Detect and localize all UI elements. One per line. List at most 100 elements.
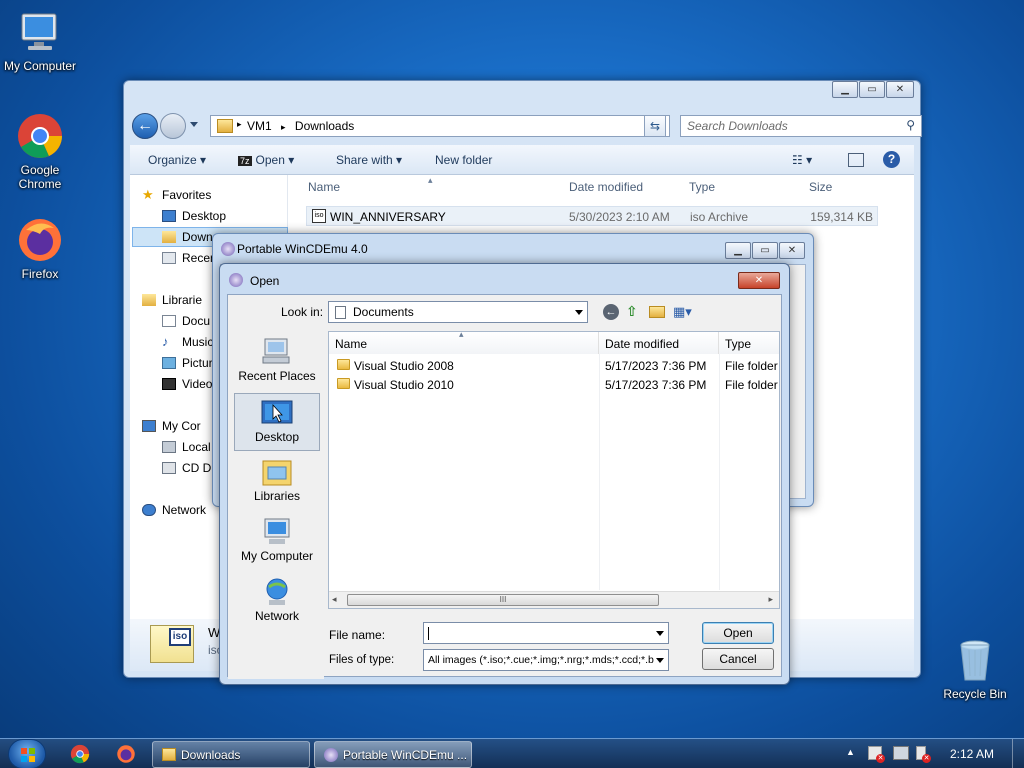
column-header-type[interactable]: Type	[719, 332, 779, 354]
search-placeholder: Search Downloads	[687, 119, 788, 133]
wincdemu-app-icon	[221, 242, 235, 256]
cancel-button[interactable]: Cancel	[702, 648, 774, 670]
forward-arrow-icon[interactable]	[160, 113, 186, 139]
firefox-icon	[16, 216, 64, 264]
list-item[interactable]: Visual Studio 2010 5/17/2023 7:36 PM Fil…	[329, 375, 779, 394]
file-type: iso Archive	[690, 210, 749, 224]
horizontal-scrollbar[interactable]: ◂ III ▸	[329, 591, 779, 608]
column-header-date-modified[interactable]: Date modified	[569, 180, 643, 194]
nav-favorites[interactable]: ★ Favorites	[142, 187, 211, 202]
view-options-icon[interactable]: ☷ ▾	[792, 153, 812, 167]
wincdemu-app-icon	[324, 748, 338, 762]
scroll-left-icon[interactable]: ◂	[332, 594, 337, 605]
breadcrumb-separator-icon: ▸	[237, 119, 242, 129]
files-of-type-dropdown[interactable]: All images (*.iso;*.cue;*.img;*.nrg;*.md…	[423, 649, 669, 671]
maximize-button[interactable]: ▭	[752, 242, 778, 259]
place-network[interactable]: Network	[234, 573, 320, 631]
close-button[interactable]: ✕	[779, 242, 805, 259]
view-menu-icon[interactable]: ▦▾	[673, 304, 692, 320]
libraries-icon	[261, 457, 293, 487]
column-header-name[interactable]: Name	[308, 180, 340, 194]
column-header-size[interactable]: Size	[809, 180, 832, 194]
start-button[interactable]	[8, 739, 46, 768]
nav-videos[interactable]: Video	[162, 377, 212, 391]
nav-downloads[interactable]: Down	[162, 230, 213, 244]
show-hidden-icons-icon[interactable]: ▲	[846, 747, 855, 757]
column-header-date-modified[interactable]: Date modified	[599, 332, 719, 354]
nav-my-computer[interactable]: My Cor	[142, 419, 201, 433]
downloads-folder-icon	[162, 231, 176, 243]
iso-file-icon: iso	[312, 209, 326, 223]
recent-places-icon	[162, 252, 176, 264]
show-desktop-button[interactable]	[1012, 739, 1024, 768]
sort-ascending-icon: ▴	[428, 175, 433, 185]
action-center-icon[interactable]: ✕	[868, 746, 885, 763]
file-name-label: File name:	[329, 628, 386, 642]
desktop-icon-firefox[interactable]: Firefox	[0, 216, 80, 281]
open-dialog-caption-buttons: ✕	[737, 272, 780, 289]
place-my-computer[interactable]: My Computer	[234, 513, 320, 571]
desktop-icon-my-computer[interactable]: My Computer	[0, 8, 80, 73]
taskbar-clock[interactable]: 2:12 AM	[950, 747, 994, 761]
recycle-bin-icon	[951, 636, 999, 684]
nav-pictures[interactable]: Pictur	[162, 356, 213, 370]
nav-network[interactable]: Network	[142, 503, 206, 517]
refresh-icon[interactable]: ⇆	[644, 115, 666, 137]
nav-local-disk[interactable]: Local	[162, 440, 211, 454]
file-list: Name ▴ Date modified Type Visual Studio …	[328, 329, 780, 609]
taskbar-button-downloads[interactable]: Downloads	[152, 741, 310, 768]
network-status-icon[interactable]	[893, 746, 909, 760]
volume-icon[interactable]: ✕	[916, 746, 931, 763]
desktop-icon-recycle-bin[interactable]: Recycle Bin	[935, 636, 1015, 701]
open-dialog-body: Look in: Documents ← ⇧ ▦▾ Recent Places …	[227, 294, 782, 679]
place-recent-places[interactable]: Recent Places	[234, 333, 320, 391]
minimize-button[interactable]: ▁	[832, 81, 858, 98]
column-header-name[interactable]: Name	[329, 332, 599, 354]
folder-icon	[217, 119, 233, 133]
taskbar-firefox-icon[interactable]	[116, 744, 136, 764]
share-with-button[interactable]: Share with ▾	[336, 153, 402, 167]
breadcrumb-item-vm1[interactable]: VM1	[247, 119, 272, 133]
breadcrumb-item-downloads[interactable]: Downloads	[295, 119, 354, 133]
close-button[interactable]: ✕	[738, 272, 780, 289]
desktop-icon	[261, 398, 293, 428]
organize-button[interactable]: Organize ▾	[148, 153, 206, 167]
search-input[interactable]: Search Downloads ⚲	[680, 115, 922, 137]
nav-cd-drive[interactable]: CD Dr	[162, 461, 215, 475]
nav-desktop[interactable]: Desktop	[162, 209, 226, 223]
minimize-button[interactable]: ▁	[725, 242, 751, 259]
preview-pane-icon[interactable]	[848, 153, 864, 167]
back-arrow-icon[interactable]: ←	[132, 113, 158, 139]
column-header-type[interactable]: Type	[689, 180, 715, 194]
nav-documents[interactable]: Docu	[162, 314, 210, 328]
network-icon	[142, 504, 156, 516]
new-folder-button[interactable]: New folder	[435, 153, 492, 167]
network-icon	[261, 577, 293, 607]
taskbar-chrome-icon[interactable]	[70, 744, 90, 764]
open-button[interactable]: 7z Open ▾	[238, 153, 294, 167]
look-in-dropdown[interactable]: Documents	[328, 301, 588, 323]
help-icon[interactable]: ?	[883, 151, 900, 168]
back-icon[interactable]: ←	[603, 304, 619, 320]
scroll-right-icon[interactable]: ▸	[768, 594, 773, 605]
scrollbar-thumb[interactable]: III	[347, 594, 659, 606]
new-folder-icon[interactable]	[649, 306, 665, 318]
taskbar-button-wincdemu[interactable]: Portable WinCDEmu ...	[314, 741, 472, 768]
up-one-level-icon[interactable]: ⇧	[626, 303, 638, 320]
nav-music[interactable]: ♪ Music	[162, 334, 213, 349]
desktop-icon-google-chrome[interactable]: Google Chrome	[0, 112, 80, 191]
recent-places-icon	[261, 337, 293, 367]
recent-pages-chevron-icon[interactable]	[190, 122, 198, 127]
libraries-icon	[142, 294, 156, 306]
place-libraries[interactable]: Libraries	[234, 453, 320, 511]
maximize-button[interactable]: ▭	[859, 81, 885, 98]
file-name-input[interactable]	[423, 622, 669, 644]
explorer-caption-buttons: ▁ ▭ ✕	[831, 81, 914, 98]
close-button[interactable]: ✕	[886, 81, 914, 98]
open-button[interactable]: Open	[702, 622, 774, 644]
file-row[interactable]: iso WIN_ANNIVERSARY 5/30/2023 2:10 AM is…	[306, 206, 878, 226]
place-desktop[interactable]: Desktop	[234, 393, 320, 451]
address-bar[interactable]: ▸ VM1 ▸ Downloads	[210, 115, 670, 137]
nav-libraries[interactable]: Librarie	[142, 293, 202, 307]
list-item[interactable]: Visual Studio 2008 5/17/2023 7:36 PM Fil…	[329, 356, 779, 375]
